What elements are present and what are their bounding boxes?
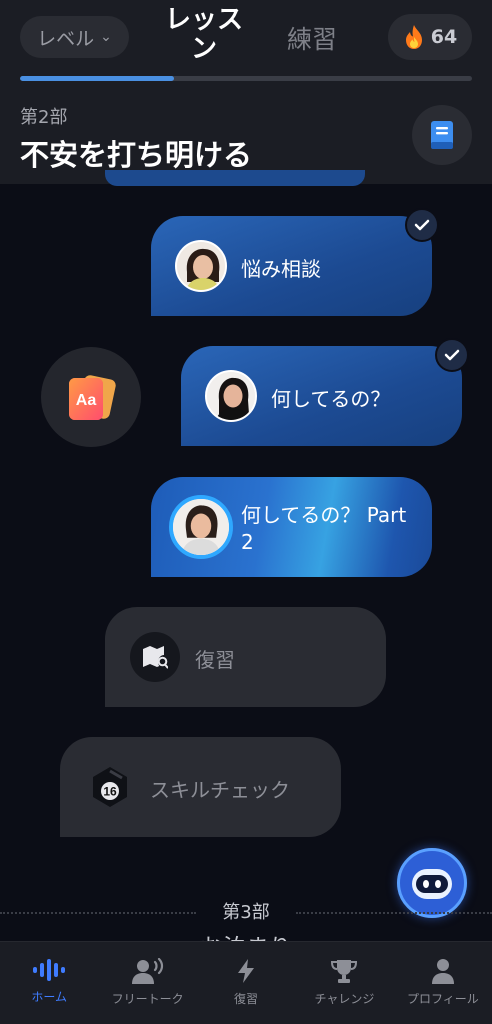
level-label: レベル	[37, 27, 95, 50]
skill-check-badge: 16	[85, 762, 135, 812]
section-title: 不安を打ち明ける	[20, 138, 253, 172]
flame-icon	[405, 25, 422, 49]
chevron-down-icon: ⌄	[100, 29, 112, 45]
book-icon	[431, 121, 453, 149]
vocabulary-cards-icon: Aa	[69, 375, 116, 420]
lesson-title-line-1: 何してるの？ Part	[241, 503, 407, 527]
bottom-navigation: ホーム フリートーク 復習 チャレンジ プロフィール	[0, 941, 492, 1024]
review-label: 復習	[195, 648, 235, 672]
tutor-avatar	[205, 370, 257, 422]
svg-text:16: 16	[103, 785, 117, 799]
nav-profile[interactable]: プロフィール	[394, 942, 492, 1024]
nav-home[interactable]: ホーム	[0, 942, 98, 1024]
lesson-title: 何してるの？	[271, 387, 391, 411]
previous-lesson-card-edge	[105, 170, 365, 186]
vocabulary-button[interactable]: Aa	[41, 347, 141, 447]
lesson-card-nani-shiteru-no[interactable]: 何してるの？	[181, 346, 462, 446]
section-progress-bar	[20, 76, 472, 81]
nav-review[interactable]: 復習	[197, 942, 295, 1024]
nav-challenge[interactable]: チャレンジ	[295, 942, 393, 1024]
next-section-label: 第3部	[222, 902, 270, 923]
skill-check-card[interactable]: 16 スキルチェック	[60, 737, 341, 837]
nav-challenge-label: チャレンジ	[314, 992, 375, 1006]
hexagon-badge-icon: 16	[93, 767, 127, 807]
streak-count: 64	[430, 26, 458, 48]
nav-free-talk[interactable]: フリートーク	[98, 942, 196, 1024]
lesson-title: 悩み相談	[241, 257, 321, 281]
nav-free-talk-label: フリートーク	[111, 992, 184, 1006]
completed-check-icon	[405, 208, 439, 242]
lesson-card-nayami-soudan[interactable]: 悩み相談	[151, 216, 432, 316]
tutor-avatar	[169, 495, 233, 559]
lesson-card-nani-shiteru-no-part-2[interactable]: 何してるの？ Part 2	[151, 477, 432, 577]
lightning-icon	[238, 959, 255, 983]
streak-badge[interactable]: 64	[388, 14, 472, 60]
lesson-title: 何してるの？ Part 2	[241, 502, 406, 556]
map-search-icon	[143, 646, 168, 669]
nav-home-label: ホーム	[31, 990, 68, 1004]
guidebook-button[interactable]	[412, 105, 472, 165]
nav-review-label: 復習	[234, 992, 259, 1006]
voice-wave-icon	[33, 959, 66, 981]
section-label: 第2部	[20, 107, 68, 128]
tutor-avatar	[175, 240, 227, 292]
trophy-icon	[331, 960, 358, 983]
review-icon-container	[130, 632, 180, 682]
tab-lesson-label-2: ン	[190, 34, 217, 64]
tab-lesson-label-1: レッス	[164, 5, 243, 35]
section-progress-fill	[20, 76, 174, 81]
robot-face-icon	[412, 869, 452, 899]
speaking-person-icon	[131, 958, 163, 984]
tab-lesson[interactable]: レッス ン	[158, 6, 250, 64]
review-card[interactable]: 復習	[105, 607, 386, 707]
svg-text:Aa: Aa	[76, 392, 97, 409]
lesson-title-line-2: 2	[241, 530, 254, 554]
nav-profile-label: プロフィール	[406, 992, 479, 1006]
tab-practice[interactable]: 練習	[280, 20, 344, 56]
completed-check-icon	[435, 338, 469, 372]
level-dropdown[interactable]: レベル ⌄	[20, 16, 129, 58]
person-icon	[431, 959, 454, 984]
skill-check-label: スキルチェック	[150, 778, 290, 802]
lesson-map-screen: レベル ⌄ レッス ン 練習 64 第2部 不安を打ち明ける 悩み相談 Aa 何…	[0, 0, 492, 1024]
top-bar: レベル ⌄ レッス ン 練習 64 第2部 不安を打ち明ける	[0, 0, 492, 184]
